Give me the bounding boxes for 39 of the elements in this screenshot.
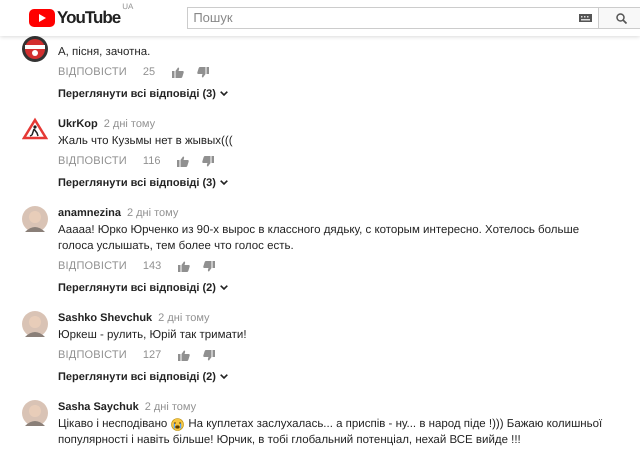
comment-text: Ааааа! Юрко Юрченко из 90-х вырос в классного дядьку, с которым интересно. Хотелось больше голоса услышать, тем более что голос есть.: [58, 224, 580, 252]
chevron-down-icon: [220, 285, 228, 290]
comment-author[interactable]: Sashko Shevchuk: [58, 311, 152, 325]
comment-text: Жаль что Кузьмы нет в жывых(((: [58, 135, 233, 147]
logo-text[interactable]: YouTube: [57, 5, 120, 31]
thumbs-down-icon[interactable]: [203, 350, 216, 361]
comment-text: Юркеш - рулить, Юрій так тримати!: [58, 329, 247, 341]
search-button[interactable]: [599, 7, 640, 29]
avatar[interactable]: [22, 36, 48, 62]
search-icon: [616, 12, 627, 24]
region-label: UA: [122, 1, 134, 14]
view-replies-button[interactable]: Переглянути всі відповіді (3): [58, 86, 228, 102]
thumbs-up-icon[interactable]: [172, 66, 184, 78]
thumbs-down-icon[interactable]: [197, 66, 210, 78]
thumbs-down-icon[interactable]: [203, 260, 216, 272]
keyboard-icon[interactable]: [579, 14, 592, 22]
like-count: 127: [142, 348, 162, 363]
comment-author[interactable]: anamnezina: [58, 206, 121, 220]
comment-text: Цікаво і несподівано: [58, 417, 168, 432]
chevron-down-icon: [220, 180, 228, 186]
thumbs-up-icon[interactable]: [178, 350, 190, 361]
logo-icon: [29, 9, 55, 27]
view-replies-button[interactable]: Переглянути всі відповіді (2): [58, 280, 228, 296]
thumbs-down-icon[interactable]: [202, 156, 214, 167]
like-count: 116: [142, 154, 160, 169]
comment-text: На куплетах заслухалась... а приспів - ну... в народ піде !))) Бажаю колишньої: [188, 417, 602, 432]
crying-face-icon: [171, 418, 184, 430]
comment-text: А, пісня, зачотна.: [58, 46, 150, 58]
view-replies-button[interactable]: Переглянути всі відповіді (3): [58, 174, 228, 191]
like-count: 143: [142, 259, 162, 274]
thumbs-up-icon[interactable]: [177, 156, 190, 167]
chevron-down-icon: [220, 374, 228, 380]
comment-text: популярності і навіть більше! Юрчик, в тобі глобальний потенціал, нехай ВСЕ вийде !!!: [58, 433, 522, 448]
thumbs-up-icon[interactable]: [178, 260, 190, 272]
comment-author[interactable]: UkrKop: [58, 117, 98, 131]
chevron-down-icon: [220, 91, 228, 96]
view-replies-button[interactable]: Переглянути всі відповіді (2): [58, 368, 228, 385]
comment-author[interactable]: Sasha Saychuk: [58, 400, 139, 414]
like-count: 25: [142, 65, 156, 80]
